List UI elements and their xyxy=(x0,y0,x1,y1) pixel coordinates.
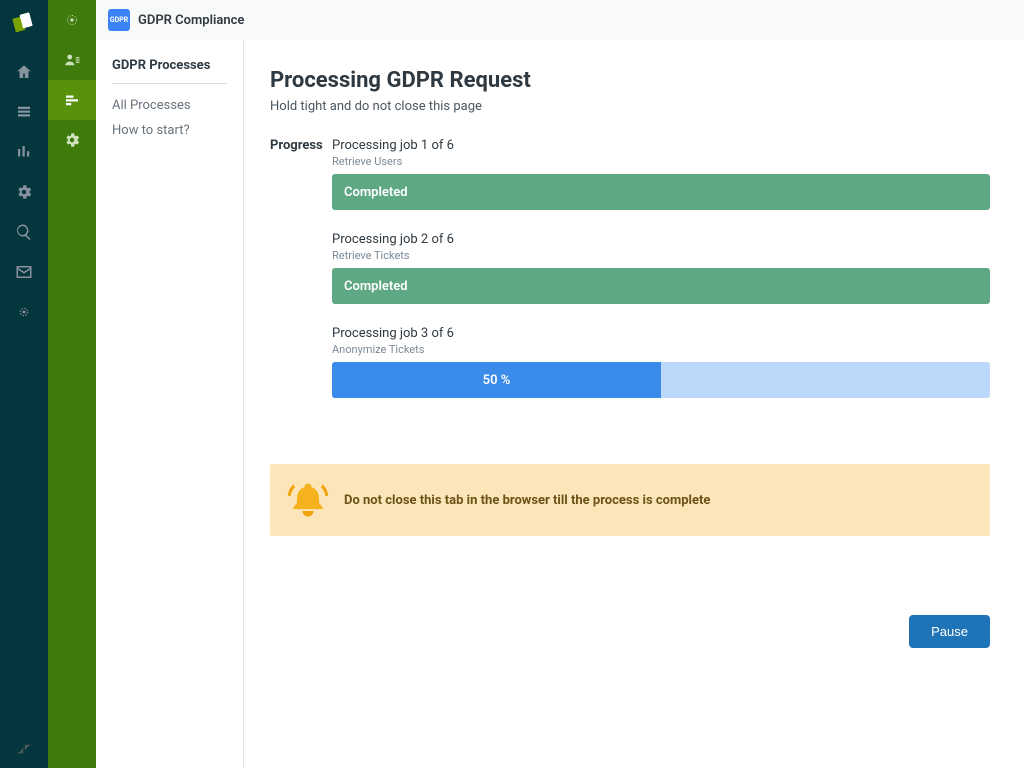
job-1-title: Processing job 1 of 6 xyxy=(332,138,990,153)
app-nav-dashboard[interactable] xyxy=(48,0,96,40)
page-subtitle: Hold tight and do not close this page xyxy=(270,99,990,114)
sidebar-heading: GDPR Processes xyxy=(112,58,227,73)
job-2-status: Completed xyxy=(344,279,408,294)
primary-nav-rail xyxy=(0,0,48,768)
nav-search[interactable] xyxy=(0,212,48,252)
job-3-progress-fill: 50 % xyxy=(332,362,661,398)
job-2-subtitle: Retrieve Tickets xyxy=(332,249,990,262)
sidebar-link-how-to-start[interactable]: How to start? xyxy=(112,123,227,138)
zendesk-logo-icon xyxy=(0,738,48,760)
app-nav-settings[interactable] xyxy=(48,120,96,160)
job-2: Processing job 2 of 6 Retrieve Tickets C… xyxy=(332,232,990,304)
progress-label: Progress xyxy=(270,138,332,420)
nav-views[interactable] xyxy=(0,92,48,132)
app-nav-processes[interactable] xyxy=(48,80,96,120)
job-3: Processing job 3 of 6 Anonymize Tickets … xyxy=(332,326,990,398)
sidebar-divider xyxy=(112,83,227,84)
bell-icon xyxy=(286,478,330,522)
job-2-title: Processing job 2 of 6 xyxy=(332,232,990,247)
warning-notice: Do not close this tab in the browser til… xyxy=(270,464,990,536)
job-1-progress-bar: Completed xyxy=(332,174,990,210)
job-3-title: Processing job 3 of 6 xyxy=(332,326,990,341)
app-root: GDPR GDPR Compliance GDPR Processes All … xyxy=(0,0,1024,768)
nav-reporting[interactable] xyxy=(0,132,48,172)
section-sidebar: GDPR Processes All Processes How to star… xyxy=(96,40,244,768)
job-3-progress-bar: 50 % xyxy=(332,362,990,398)
progress-section: Progress Processing job 1 of 6 Retrieve … xyxy=(270,138,990,420)
nav-admin[interactable] xyxy=(0,172,48,212)
job-1-subtitle: Retrieve Users xyxy=(332,155,990,168)
app-badge-icon: GDPR xyxy=(108,9,130,31)
jobs-list: Processing job 1 of 6 Retrieve Users Com… xyxy=(332,138,990,420)
content-column: GDPR GDPR Compliance GDPR Processes All … xyxy=(96,0,1024,768)
top-bar: GDPR GDPR Compliance xyxy=(96,0,1024,40)
app-nav-rail xyxy=(48,0,96,768)
brand-logo xyxy=(8,8,40,40)
app-nav-users[interactable] xyxy=(48,40,96,80)
app-title: GDPR Compliance xyxy=(138,13,244,28)
main-content: Processing GDPR Request Hold tight and d… xyxy=(244,40,1024,768)
job-1: Processing job 1 of 6 Retrieve Users Com… xyxy=(332,138,990,210)
job-3-subtitle: Anonymize Tickets xyxy=(332,343,990,356)
footer-actions: Pause xyxy=(909,615,990,648)
warning-text: Do not close this tab in the browser til… xyxy=(344,493,710,508)
nav-app[interactable] xyxy=(0,292,48,332)
job-2-progress-bar: Completed xyxy=(332,268,990,304)
sidebar-link-all-processes[interactable]: All Processes xyxy=(112,98,227,113)
pause-button[interactable]: Pause xyxy=(909,615,990,648)
nav-home[interactable] xyxy=(0,52,48,92)
page-title: Processing GDPR Request xyxy=(270,68,990,93)
body-split: GDPR Processes All Processes How to star… xyxy=(96,40,1024,768)
nav-mail[interactable] xyxy=(0,252,48,292)
job-1-status: Completed xyxy=(344,185,408,200)
job-3-percent-label: 50 % xyxy=(483,373,511,388)
